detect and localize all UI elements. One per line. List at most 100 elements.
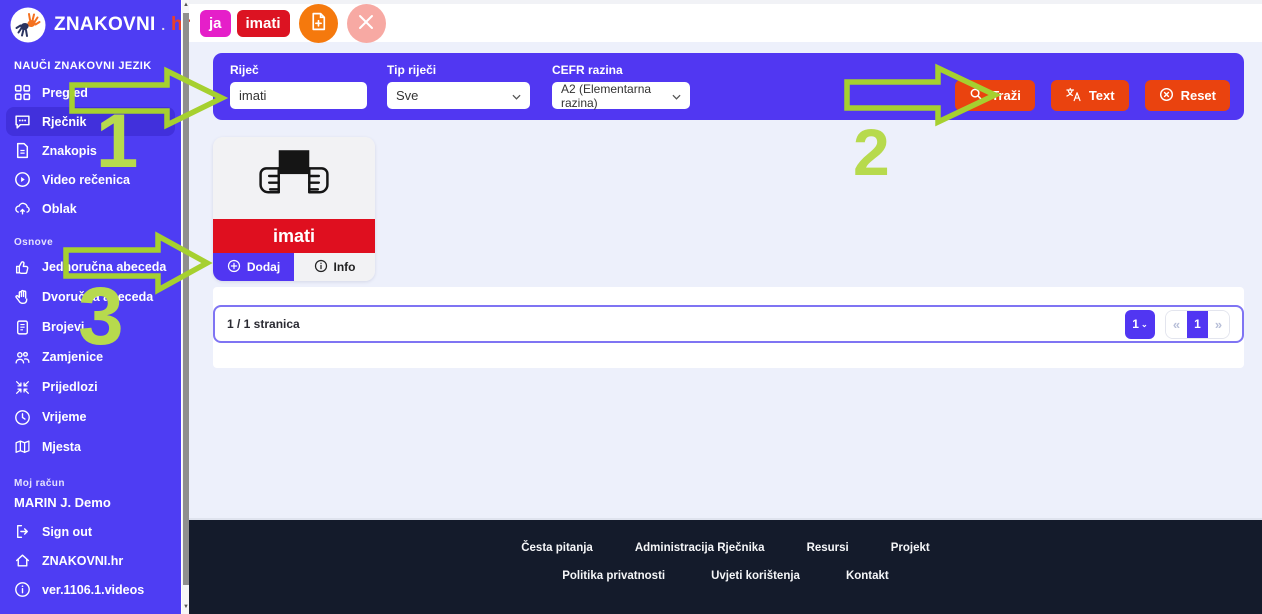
footer-link-kontakt[interactable]: Kontakt — [846, 570, 889, 582]
sidebar-item-label: Znakopis — [42, 144, 97, 158]
pagination-bar: 1 / 1 stranica 1 ⌄ « 1 » — [213, 305, 1244, 343]
document-icon — [14, 142, 31, 159]
sidebar-item-rjecnik[interactable]: Rječnik — [6, 107, 175, 136]
sidebar-item-brojevi[interactable]: Brojevi — [6, 312, 175, 342]
clock-icon — [14, 409, 31, 426]
translate-icon — [1065, 87, 1082, 105]
sidebar-item-label: Vrijeme — [42, 410, 86, 424]
next-page-button[interactable]: » — [1208, 311, 1229, 338]
map-icon — [14, 439, 31, 456]
sidebar-item-label: Oblak — [42, 202, 77, 216]
sign-out-button[interactable]: Sign out — [6, 517, 175, 546]
word-type-label: Tip riječi — [387, 63, 530, 77]
sidebar-item-version[interactable]: ver.1106.1.videos — [6, 575, 175, 604]
play-circle-icon — [14, 171, 31, 188]
sidebar-section-osnove: Osnove — [0, 237, 181, 248]
search-icon — [969, 87, 984, 105]
plus-circle-icon — [227, 259, 241, 276]
thumbs-up-icon — [14, 259, 31, 276]
sidebar: ZNAKOVNI . hr NAUČI ZNAKOVNI JEZIK Pregl… — [0, 0, 181, 614]
sidebar-section-account: Moj račun — [0, 478, 181, 489]
pagination-section: 1 / 1 stranica 1 ⌄ « 1 » — [213, 287, 1244, 368]
page-summary: 1 / 1 stranica — [227, 317, 300, 331]
people-icon — [14, 349, 31, 366]
sidebar-item-label: Sign out — [42, 525, 92, 539]
reset-button[interactable]: Reset — [1145, 80, 1230, 111]
card-word-label: imati — [213, 219, 375, 253]
arrows-inward-icon — [14, 379, 31, 396]
notebook-icon — [14, 319, 31, 336]
x-circle-icon — [1159, 87, 1174, 105]
footer-link-projekt[interactable]: Projekt — [891, 542, 930, 554]
sidebar-item-vrijeme[interactable]: Vrijeme — [6, 402, 175, 432]
sign-out-icon — [14, 523, 31, 540]
scrollbar-thumb[interactable] — [183, 13, 189, 585]
close-icon — [357, 13, 375, 34]
chevron-down-icon: ⌄ — [1141, 320, 1148, 329]
sidebar-item-label: Brojevi — [42, 320, 84, 334]
brand-logo[interactable]: ZNAKOVNI . hr — [0, 0, 181, 46]
sidebar-item-label: Mjesta — [42, 440, 81, 454]
word-tag-ja[interactable]: ja — [200, 10, 231, 37]
footer-link-uvjeti-koristenja[interactable]: Uvjeti korištenja — [711, 570, 800, 582]
word-field-label: Riječ — [230, 63, 367, 77]
footer-link-cesta-pitanja[interactable]: Česta pitanja — [521, 542, 593, 554]
cloud-upload-icon — [14, 200, 31, 217]
footer-link-resursi[interactable]: Resursi — [807, 542, 849, 554]
sidebar-item-dvorucna-abeceda[interactable]: Dvoručna abeceda — [6, 282, 175, 312]
topbar: ja imati — [189, 4, 1262, 42]
sidebar-item-label: Video rečenica — [42, 173, 130, 187]
word-tag-imati[interactable]: imati — [237, 10, 290, 37]
sidebar-item-label: Rječnik — [42, 115, 86, 129]
sidebar-item-label: Pregled — [42, 86, 88, 100]
search-button[interactable]: Traži — [955, 80, 1035, 111]
sidebar-item-video-recenica[interactable]: Video rečenica — [6, 165, 175, 194]
search-panel: Riječ Tip riječi Sve CEFR razina A2 (Ele… — [213, 53, 1244, 120]
page-select[interactable]: 1 ⌄ — [1125, 310, 1155, 339]
footer-link-politika-privatnosti[interactable]: Politika privatnosti — [562, 570, 665, 582]
sidebar-item-label: Jednoručna abeceda — [42, 260, 166, 274]
chevron-down-icon — [672, 88, 681, 103]
document-plus-icon — [308, 11, 329, 35]
sidebar-item-mjesta[interactable]: Mjesta — [6, 432, 175, 462]
sidebar-item-label: ver.1106.1.videos — [42, 583, 144, 597]
sidebar-item-label: Prijedlozi — [42, 380, 98, 394]
add-word-button[interactable]: Dodaj — [213, 253, 294, 281]
word-type-select[interactable]: Sve — [387, 82, 530, 109]
brand-name: ZNAKOVNI . hr — [54, 14, 191, 36]
sidebar-item-oblak[interactable]: Oblak — [6, 194, 175, 223]
scroll-down-arrow-icon[interactable]: ▼ — [182, 602, 190, 612]
prev-page-button[interactable]: « — [1166, 311, 1187, 338]
sidebar-item-label: ZNAKOVNI.hr — [42, 554, 123, 568]
info-icon — [14, 581, 31, 598]
sidebar-item-jednorucna-abeceda[interactable]: Jednoručna abeceda — [6, 252, 175, 282]
sidebar-item-pregled[interactable]: Pregled — [6, 78, 175, 107]
add-document-button[interactable] — [299, 4, 338, 43]
sidebar-item-zamjenice[interactable]: Zamjenice — [6, 342, 175, 372]
sidebar-item-home[interactable]: ZNAKOVNI.hr — [6, 546, 175, 575]
word-input[interactable] — [230, 82, 367, 109]
footer-link-administracija-rjecnika[interactable]: Administracija Rječnika — [635, 542, 765, 554]
close-button[interactable] — [347, 4, 386, 43]
sidebar-item-label: Zamjenice — [42, 350, 103, 364]
main-area: ja imati Riječ Tip riječi Sve CEFR razin… — [189, 0, 1262, 614]
current-page-button[interactable]: 1 — [1187, 311, 1208, 338]
chevron-down-icon — [512, 88, 521, 103]
sidebar-item-znakopis[interactable]: Znakopis — [6, 136, 175, 165]
word-info-button[interactable]: Info — [294, 253, 375, 281]
home-icon — [14, 552, 31, 569]
text-button[interactable]: Text — [1051, 80, 1129, 111]
sidebar-section-learn: NAUČI ZNAKOVNI JEZIK — [0, 60, 181, 72]
user-name: MARIN J. Demo — [0, 489, 181, 513]
info-circle-icon — [314, 259, 328, 276]
footer: Česta pitanja Administracija Rječnika Re… — [189, 518, 1262, 614]
result-card: imati Dodaj Info — [213, 137, 375, 281]
sidebar-item-label: Dvoručna abeceda — [42, 290, 153, 304]
cefr-level-select[interactable]: A2 (Elementarna razina) — [552, 82, 690, 109]
scroll-up-arrow-icon[interactable]: ▲ — [182, 0, 190, 10]
sidebar-scrollbar[interactable]: ▲ ▼ — [181, 0, 189, 614]
hands-logo-icon — [10, 7, 46, 43]
sidebar-item-prijedlozi[interactable]: Prijedlozi — [6, 372, 175, 402]
chat-bubble-icon — [14, 113, 31, 130]
sign-language-hands-icon — [252, 147, 336, 210]
